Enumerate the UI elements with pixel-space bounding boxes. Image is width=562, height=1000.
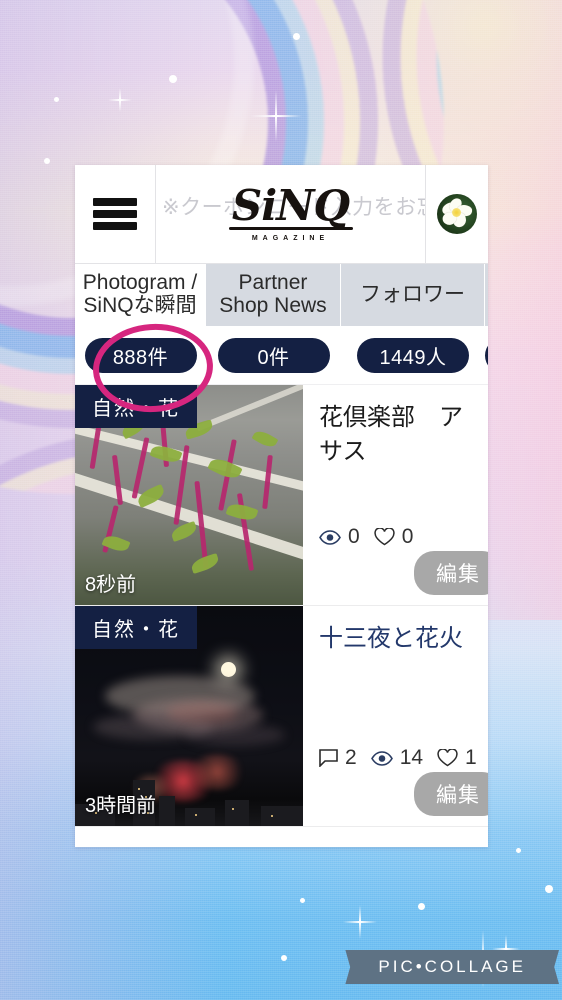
post-timestamp: 8秒前 bbox=[85, 574, 137, 596]
tab-bar[interactable]: Photogram / SiNQな瞬間 Partner Shop News フォ… bbox=[75, 264, 488, 326]
post-timestamp: 3時間前 bbox=[85, 795, 157, 817]
logo-wordmark: SiNQ bbox=[231, 181, 350, 231]
logo-cell[interactable]: ※クーポンコード入力をお忘れな SiNQ MAGAZINE bbox=[156, 165, 426, 263]
avatar-cell[interactable] bbox=[426, 165, 488, 263]
post-body: 花倶楽部 ア サス 0 0 編集 bbox=[303, 385, 488, 605]
moon bbox=[221, 662, 236, 677]
post-card[interactable]: 自然・花 3時間前 十三夜と花火 2 14 1 編集 bbox=[75, 606, 488, 827]
tab-photogram[interactable]: Photogram / SiNQな瞬間 bbox=[75, 264, 206, 326]
eye-icon bbox=[370, 750, 393, 766]
metric-likes-value: 0 bbox=[401, 525, 414, 548]
tab-photogram-line2: SiNQな瞬間 bbox=[83, 294, 197, 317]
logo-subtitle: MAGAZINE bbox=[251, 234, 330, 242]
count-badge-partner[interactable]: 0件 bbox=[217, 337, 330, 373]
tab-partner-shop-news[interactable]: Partner Shop News bbox=[206, 264, 341, 326]
post-card[interactable]: 自然・花 8秒前 花倶楽部 ア サス 0 0 編集 bbox=[75, 385, 488, 606]
edit-button[interactable]: 編集 bbox=[414, 772, 488, 816]
heart-icon bbox=[437, 749, 458, 767]
tab-partner-line2: Shop News bbox=[219, 294, 327, 317]
metric-comments-value: 2 bbox=[345, 746, 357, 769]
hamburger-menu-icon[interactable] bbox=[93, 198, 137, 230]
metric-views: 14 bbox=[370, 746, 424, 770]
post-metrics: 0 0 bbox=[319, 525, 413, 549]
metric-views-value: 14 bbox=[399, 746, 424, 769]
tab-overflow[interactable] bbox=[485, 264, 488, 326]
metric-views-value: 0 bbox=[348, 525, 360, 548]
tab-partner-line1: Partner bbox=[238, 271, 308, 295]
tab-photogram-line1: Photogram / bbox=[82, 271, 198, 295]
metric-likes: 0 bbox=[374, 525, 414, 549]
post-thumbnail[interactable]: 自然・花 8秒前 bbox=[75, 385, 303, 605]
comment-icon bbox=[319, 749, 338, 767]
edit-button[interactable]: 編集 bbox=[414, 551, 488, 595]
heart-icon bbox=[374, 528, 395, 546]
watermark-label: PIC•COLLAGE bbox=[356, 950, 548, 984]
badge-cell-overflow[interactable] bbox=[485, 337, 488, 373]
post-title-line2[interactable]: サス bbox=[319, 435, 488, 469]
category-badge: 自然・花 bbox=[75, 606, 197, 649]
tab-follower[interactable]: フォロワー bbox=[341, 264, 485, 326]
badge-cell-partner[interactable]: 0件 bbox=[206, 337, 341, 373]
menu-button[interactable] bbox=[75, 165, 156, 263]
metric-likes-value: 1 bbox=[465, 746, 477, 769]
count-badge-overflow[interactable] bbox=[485, 337, 488, 373]
post-thumbnail[interactable]: 自然・花 3時間前 bbox=[75, 606, 303, 826]
site-logo[interactable]: SiNQ MAGAZINE bbox=[228, 181, 353, 242]
watermark: PIC•COLLAGE bbox=[356, 950, 548, 984]
post-title-line1[interactable]: 花倶楽部 ア bbox=[319, 401, 488, 435]
metric-comments: 2 bbox=[319, 746, 357, 770]
post-title-line1[interactable]: 十三夜と花火 bbox=[319, 622, 488, 656]
app-header: ※クーポンコード入力をお忘れな SiNQ MAGAZINE bbox=[75, 165, 488, 264]
app-screenshot-panel: ※クーポンコード入力をお忘れな SiNQ MAGAZINE Photogram … bbox=[75, 165, 488, 847]
metric-likes: 1 bbox=[437, 746, 477, 770]
eye-icon bbox=[319, 529, 341, 545]
tab-follower-label: フォロワー bbox=[360, 282, 465, 306]
badge-cell-follower[interactable]: 1449人 bbox=[341, 337, 485, 373]
post-body: 十三夜と花火 2 14 1 編集 bbox=[303, 606, 488, 826]
post-metrics: 2 14 1 bbox=[319, 746, 477, 770]
metric-views: 0 bbox=[319, 525, 360, 549]
count-badge-follower[interactable]: 1449人 bbox=[357, 337, 469, 373]
plumeria-flower-avatar[interactable] bbox=[437, 194, 477, 234]
